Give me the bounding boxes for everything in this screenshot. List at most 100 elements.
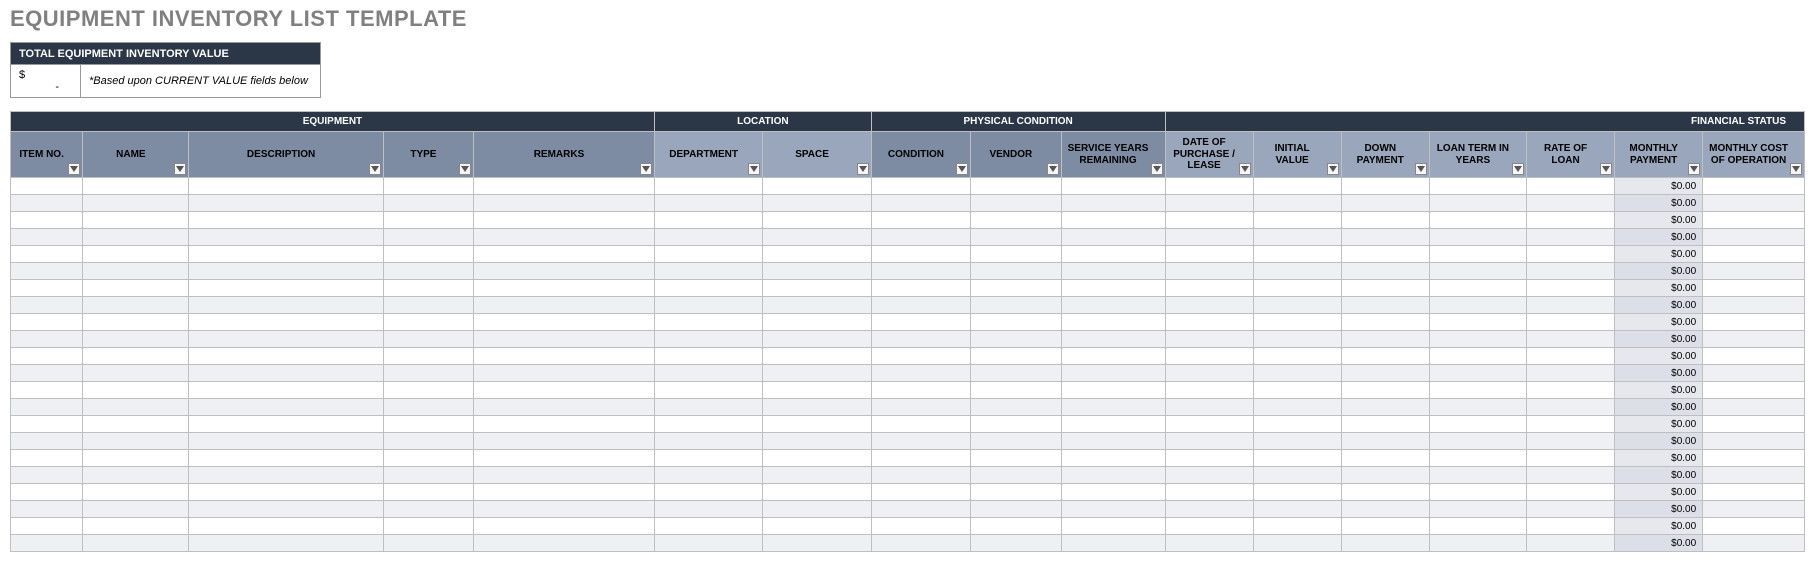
- cell-type[interactable]: [383, 382, 473, 399]
- cell-downPayment[interactable]: [1341, 535, 1429, 552]
- cell-loanTerm[interactable]: [1429, 229, 1526, 246]
- cell-name[interactable]: [83, 535, 189, 552]
- cell-monthlyCost[interactable]: [1703, 382, 1805, 399]
- cell-monthlyCost[interactable]: [1703, 331, 1805, 348]
- cell-serviceYears[interactable]: [1061, 263, 1165, 280]
- cell-downPayment[interactable]: [1341, 484, 1429, 501]
- cell-serviceYears[interactable]: [1061, 382, 1165, 399]
- filter-icon[interactable]: [1151, 163, 1163, 175]
- cell-remarks[interactable]: [474, 246, 655, 263]
- cell-downPayment[interactable]: [1341, 212, 1429, 229]
- cell-initialValue[interactable]: [1253, 280, 1341, 297]
- cell-monthlyCost[interactable]: [1703, 416, 1805, 433]
- cell-loanTerm[interactable]: [1429, 178, 1526, 195]
- cell-space[interactable]: [763, 178, 871, 195]
- cell-vendor[interactable]: [971, 484, 1061, 501]
- cell-itemNo[interactable]: [11, 297, 83, 314]
- cell-condition[interactable]: [871, 331, 970, 348]
- cell-loanTerm[interactable]: [1429, 263, 1526, 280]
- cell-name[interactable]: [83, 348, 189, 365]
- col-vendor[interactable]: VENDOR: [971, 132, 1061, 178]
- cell-type[interactable]: [383, 229, 473, 246]
- cell-vendor[interactable]: [971, 229, 1061, 246]
- cell-description[interactable]: [189, 297, 383, 314]
- cell-rateLoan[interactable]: [1526, 348, 1614, 365]
- cell-initialValue[interactable]: [1253, 518, 1341, 535]
- cell-department[interactable]: [654, 178, 762, 195]
- cell-description[interactable]: [189, 501, 383, 518]
- cell-type[interactable]: [383, 484, 473, 501]
- cell-loanTerm[interactable]: [1429, 501, 1526, 518]
- cell-monthlyPayment[interactable]: $0.00: [1615, 212, 1703, 229]
- cell-loanTerm[interactable]: [1429, 195, 1526, 212]
- cell-datePurchase[interactable]: [1165, 518, 1253, 535]
- cell-name[interactable]: [83, 382, 189, 399]
- filter-icon[interactable]: [1790, 163, 1802, 175]
- cell-department[interactable]: [654, 280, 762, 297]
- cell-loanTerm[interactable]: [1429, 314, 1526, 331]
- col-remarks[interactable]: REMARKS: [474, 132, 655, 178]
- cell-description[interactable]: [189, 331, 383, 348]
- cell-name[interactable]: [83, 433, 189, 450]
- cell-monthlyPayment[interactable]: $0.00: [1615, 280, 1703, 297]
- col-description[interactable]: DESCRIPTION: [189, 132, 383, 178]
- cell-vendor[interactable]: [971, 348, 1061, 365]
- cell-downPayment[interactable]: [1341, 348, 1429, 365]
- cell-space[interactable]: [763, 450, 871, 467]
- cell-space[interactable]: [763, 382, 871, 399]
- cell-monthlyCost[interactable]: [1703, 314, 1805, 331]
- filter-icon[interactable]: [68, 163, 80, 175]
- cell-initialValue[interactable]: [1253, 348, 1341, 365]
- cell-rateLoan[interactable]: [1526, 399, 1614, 416]
- cell-department[interactable]: [654, 467, 762, 484]
- cell-initialValue[interactable]: [1253, 450, 1341, 467]
- cell-initialValue[interactable]: [1253, 331, 1341, 348]
- cell-datePurchase[interactable]: [1165, 297, 1253, 314]
- cell-name[interactable]: [83, 212, 189, 229]
- cell-datePurchase[interactable]: [1165, 331, 1253, 348]
- cell-condition[interactable]: [871, 433, 970, 450]
- cell-name[interactable]: [83, 501, 189, 518]
- cell-description[interactable]: [189, 535, 383, 552]
- cell-monthlyCost[interactable]: [1703, 433, 1805, 450]
- cell-vendor[interactable]: [971, 382, 1061, 399]
- cell-condition[interactable]: [871, 501, 970, 518]
- cell-space[interactable]: [763, 399, 871, 416]
- cell-datePurchase[interactable]: [1165, 501, 1253, 518]
- cell-serviceYears[interactable]: [1061, 433, 1165, 450]
- cell-department[interactable]: [654, 382, 762, 399]
- cell-monthlyCost[interactable]: [1703, 212, 1805, 229]
- cell-description[interactable]: [189, 518, 383, 535]
- cell-condition[interactable]: [871, 348, 970, 365]
- cell-name[interactable]: [83, 518, 189, 535]
- cell-type[interactable]: [383, 518, 473, 535]
- cell-datePurchase[interactable]: [1165, 467, 1253, 484]
- cell-datePurchase[interactable]: [1165, 382, 1253, 399]
- cell-name[interactable]: [83, 314, 189, 331]
- cell-type[interactable]: [383, 501, 473, 518]
- cell-datePurchase[interactable]: [1165, 263, 1253, 280]
- cell-serviceYears[interactable]: [1061, 297, 1165, 314]
- cell-monthlyPayment[interactable]: $0.00: [1615, 484, 1703, 501]
- cell-condition[interactable]: [871, 365, 970, 382]
- cell-condition[interactable]: [871, 229, 970, 246]
- cell-vendor[interactable]: [971, 331, 1061, 348]
- cell-datePurchase[interactable]: [1165, 314, 1253, 331]
- cell-itemNo[interactable]: [11, 331, 83, 348]
- cell-itemNo[interactable]: [11, 178, 83, 195]
- cell-description[interactable]: [189, 280, 383, 297]
- cell-datePurchase[interactable]: [1165, 280, 1253, 297]
- cell-initialValue[interactable]: [1253, 195, 1341, 212]
- cell-downPayment[interactable]: [1341, 246, 1429, 263]
- cell-space[interactable]: [763, 365, 871, 382]
- cell-downPayment[interactable]: [1341, 331, 1429, 348]
- cell-initialValue[interactable]: [1253, 314, 1341, 331]
- cell-itemNo[interactable]: [11, 518, 83, 535]
- cell-remarks[interactable]: [474, 229, 655, 246]
- cell-department[interactable]: [654, 348, 762, 365]
- filter-icon[interactable]: [956, 163, 968, 175]
- cell-department[interactable]: [654, 297, 762, 314]
- cell-loanTerm[interactable]: [1429, 518, 1526, 535]
- cell-datePurchase[interactable]: [1165, 416, 1253, 433]
- cell-space[interactable]: [763, 331, 871, 348]
